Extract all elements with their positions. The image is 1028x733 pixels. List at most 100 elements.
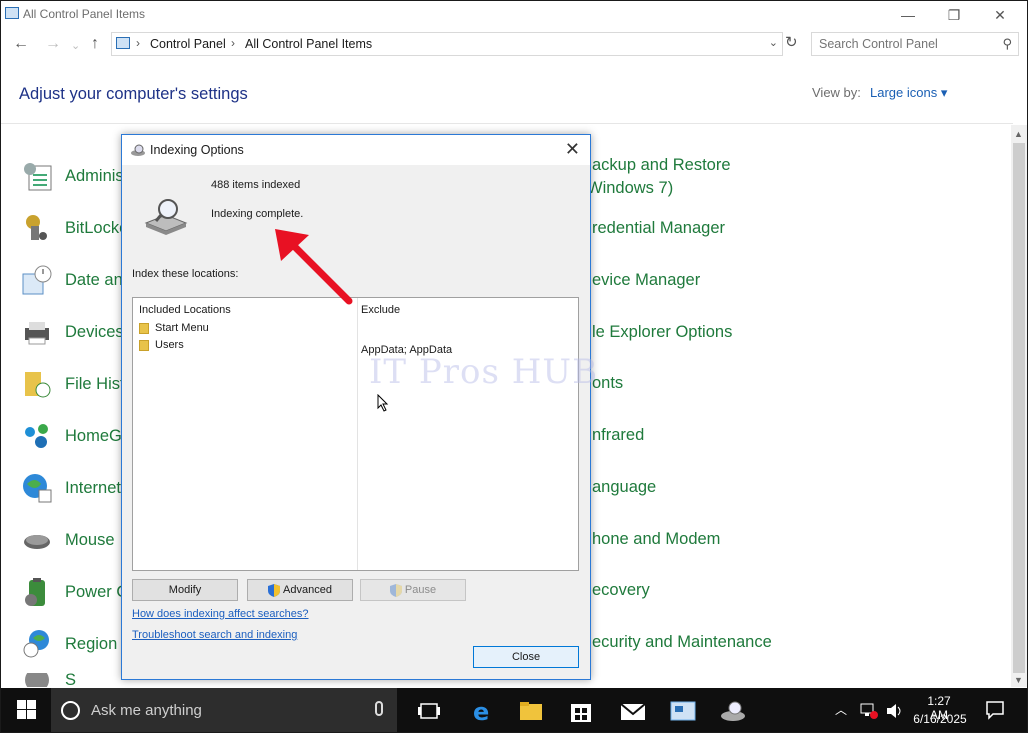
item-backup-restore-line2[interactable]: Windows 7) [587,179,673,198]
window-title: All Control Panel Items [23,7,146,21]
refresh-icon[interactable]: ↻ [785,33,798,51]
watermark: IT Pros HUB [369,352,599,392]
indexing-options-dialog: Indexing Options ✕ 488 items indexed Ind… [121,134,597,680]
breadcrumb-control-panel[interactable]: Control Panel [150,37,226,51]
column-divider [357,298,358,570]
modify-button[interactable]: Modify [132,579,238,601]
breadcrumb-separator-icon[interactable]: › [136,36,140,50]
indexing-status: Indexing complete. [211,208,304,220]
battery-icon [25,578,45,606]
item-phone-modem[interactable]: hone and Modem [592,530,720,549]
windows-start-icon[interactable] [17,700,36,719]
breadcrumb-all-items[interactable]: All Control Panel Items [245,37,372,51]
minimize-button[interactable]: — [885,3,931,27]
microphone-icon[interactable] [375,701,383,716]
store-icon[interactable] [561,696,601,726]
printer-icon [25,322,49,345]
restore-button[interactable]: ❐ [931,3,977,27]
forward-arrow-icon[interactable]: → [45,35,61,53]
locations-list[interactable]: Included Locations Exclude Start Menu Us… [132,297,597,571]
clock-date[interactable]: 6/16/2025 [911,712,969,726]
file-explorer-icon[interactable] [511,696,551,726]
column-header-exclude[interactable]: Exclude [361,304,400,316]
address-bar[interactable]: › Control Panel › All Control Panel Item… [111,32,783,56]
item-backup-restore[interactable]: ackup and Restore [592,156,731,175]
up-arrow-icon[interactable]: ↑ [91,35,99,53]
tray-chevron-up-icon[interactable]: ︿ [835,701,847,732]
control-panel-taskbar-icon[interactable] [663,696,703,726]
item-security-maintenance[interactable]: ecurity and Maintenance [592,633,772,652]
item-file-history[interactable]: File Hist [21,367,125,401]
item-internet-options[interactable]: Internet [21,471,121,505]
uac-shield-icon [389,583,402,597]
item-infrared[interactable]: nfrared [592,426,644,445]
cortana-search-text: Ask me anything [91,702,202,719]
item-label: HomeG [65,426,122,445]
item-file-explorer-options[interactable]: le Explorer Options [592,323,732,342]
advanced-button[interactable]: Advanced [247,579,353,601]
cortana-icon [61,701,80,720]
location-name: Start Menu [155,322,209,334]
title-bar: All Control Panel Items — ❐ ✕ [1,1,1027,29]
scroll-up-icon[interactable]: ▲ [1014,129,1023,139]
item-devices-printers[interactable]: Devices [21,315,124,349]
view-by-dropdown[interactable]: Large icons ▾ [870,85,947,101]
mail-icon[interactable] [613,696,653,726]
item-bitlocker[interactable]: BitLocke [21,211,128,245]
column-header-included[interactable]: Included Locations [139,304,231,316]
item-label: Devices [65,322,124,341]
network-icon[interactable] [859,702,879,720]
chevron-down-icon[interactable]: ⌄ [769,36,778,49]
item-language[interactable]: anguage [592,478,656,497]
item-label: Power O [65,582,130,601]
back-arrow-icon[interactable]: ← [13,35,29,53]
how-indexing-link[interactable]: How does indexing affect searches? [132,608,309,620]
scrollbar-thumb[interactable] [1013,143,1025,673]
admin-tools-icon [24,163,52,191]
item-label: BitLocke [65,218,129,237]
uac-shield-icon [268,583,281,597]
cortana-search-box[interactable]: Ask me anything [51,688,397,732]
control-panel-window: All Control Panel Items — ❐ ✕ ← → ⌄ ↑ › … [0,0,1028,733]
item-device-manager[interactable]: evice Manager [592,271,700,290]
scroll-down-icon[interactable]: ▼ [1014,675,1023,685]
control-panel-icon [5,7,19,19]
item-homegroup[interactable]: HomeG [21,419,122,453]
vertical-scrollbar[interactable]: ▲ ▼ [1011,125,1027,687]
navigation-bar: ← → ⌄ ↑ › Control Panel › All Control Pa… [1,29,1027,59]
pause-button-label: Pause [404,584,437,596]
page-title: Adjust your computer's settings [19,85,248,103]
action-center-icon[interactable] [985,700,1005,720]
date-time-icon [22,265,52,295]
dialog-close-icon[interactable]: ✕ [565,139,580,160]
item-date-time[interactable]: Date an [21,263,123,297]
close-window-button[interactable]: ✕ [977,3,1023,27]
task-view-icon[interactable] [409,696,449,726]
item-label: Adminis [65,166,124,185]
close-button[interactable]: Close [473,646,579,668]
search-input[interactable] [812,33,992,55]
item-administrative-tools[interactable]: Adminis [21,159,124,193]
dialog-title-bar: Indexing Options ✕ [122,135,590,165]
item-credential-manager[interactable]: redential Manager [592,219,725,238]
breadcrumb-separator-icon[interactable]: › [231,36,235,50]
indexing-icon [131,144,145,156]
list-item[interactable]: Users [139,339,184,351]
troubleshoot-link[interactable]: Troubleshoot search and indexing [132,629,297,641]
volume-icon[interactable] [885,702,905,720]
divider [1,123,1013,124]
item-sound[interactable]: S [21,673,76,687]
recent-chevron-icon[interactable]: ⌄ [71,39,80,52]
item-region[interactable]: Region [21,627,117,661]
dialog-title: Indexing Options [150,143,244,157]
pause-button[interactable]: Pause [360,579,466,601]
indexing-taskbar-icon[interactable] [713,696,753,726]
search-box[interactable]: ⚲ [811,32,1019,56]
search-icon[interactable]: ⚲ [1002,36,1012,52]
item-power-options[interactable]: Power O [21,575,129,609]
list-item[interactable]: Start Menu [139,322,209,334]
item-recovery[interactable]: ecovery [592,581,650,600]
bitlocker-key-icon [26,215,47,240]
item-mouse[interactable]: Mouse [21,523,115,557]
edge-browser-icon[interactable]: e [462,696,502,726]
